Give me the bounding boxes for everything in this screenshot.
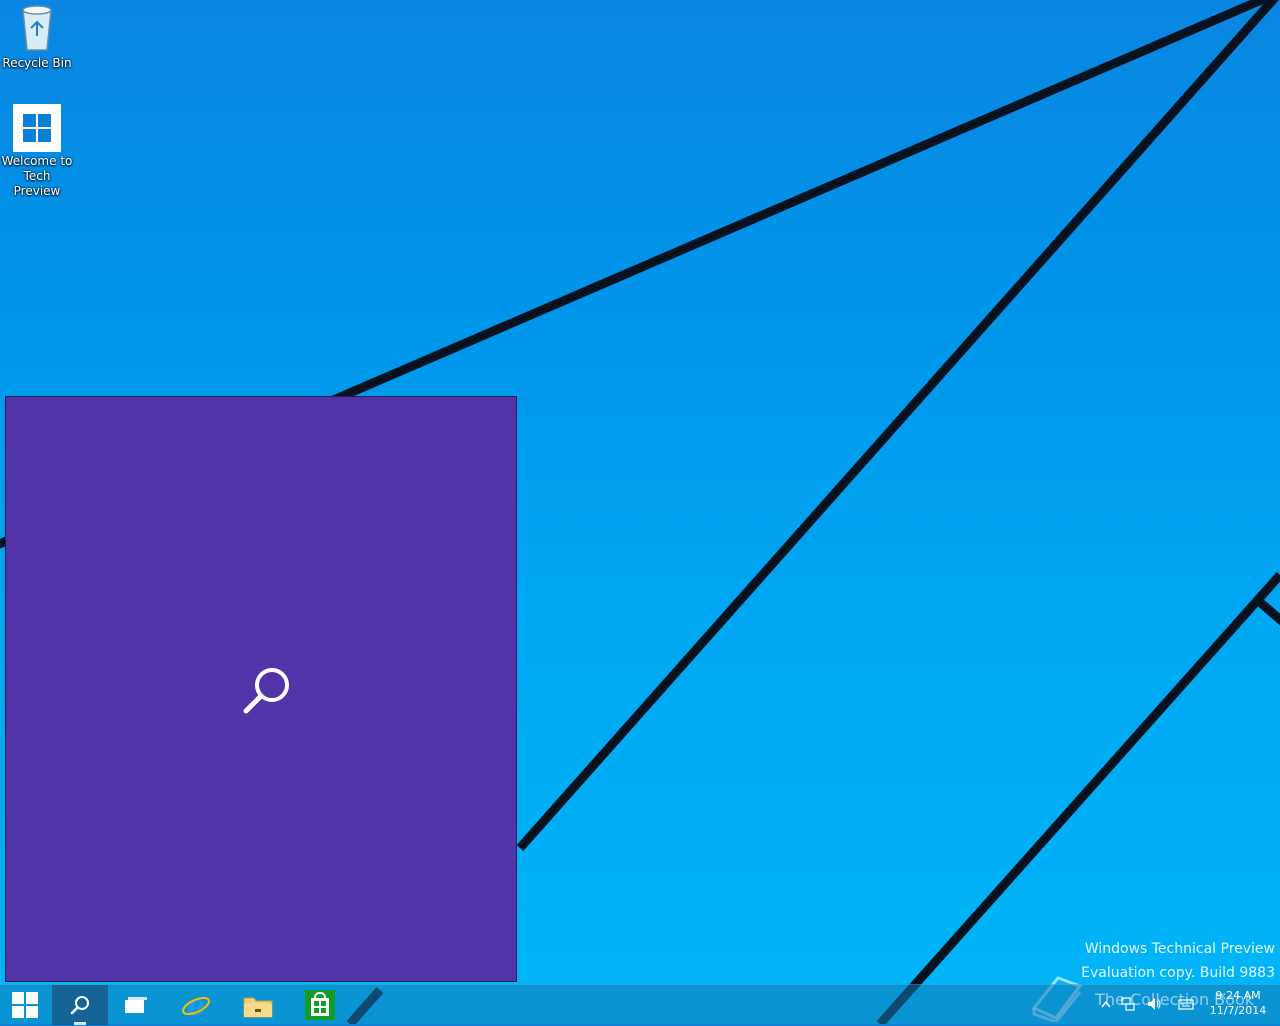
svg-text:e: e <box>187 990 205 1020</box>
system-tray: 9:24 AM 11/7/2014 <box>1090 984 1280 1024</box>
store-button[interactable] <box>292 985 348 1025</box>
file-explorer-button[interactable] <box>230 985 286 1025</box>
recycle-bin-label: Recycle Bin <box>2 56 72 70</box>
start-button[interactable] <box>0 985 50 1025</box>
recycle-bin-desktop-icon[interactable]: Recycle Bin <box>0 4 74 71</box>
welcome-tile <box>13 104 61 152</box>
internet-explorer-icon: e <box>182 990 210 1020</box>
search-icon <box>70 996 89 1015</box>
taskbar: e <box>0 984 1280 1025</box>
task-view-icon <box>125 997 147 1013</box>
watermark-build-info: Evaluation copy. Build 9883 <box>1081 965 1275 981</box>
windows-logo-icon <box>23 114 51 142</box>
volume-icon[interactable] <box>1146 996 1162 1012</box>
recycle-bin-icon <box>22 5 52 51</box>
store-icon <box>305 990 335 1020</box>
clock-date: 11/7/2014 <box>1209 1004 1267 1017</box>
watermark-product-name: Windows Technical Preview <box>1084 941 1275 957</box>
chevron-up-icon[interactable] <box>1098 996 1114 1012</box>
welcome-tech-preview-desktop-icon[interactable]: Welcome to Tech Preview <box>0 104 74 199</box>
search-panel[interactable] <box>5 396 517 982</box>
clock[interactable]: 9:24 AM 11/7/2014 <box>1202 988 1274 1018</box>
internet-explorer-button[interactable]: e <box>168 985 224 1025</box>
folder-icon <box>243 997 273 1018</box>
welcome-tech-preview-label: Welcome to Tech Preview <box>1 154 73 198</box>
keyboard-icon[interactable] <box>1178 996 1194 1012</box>
windows-logo-icon <box>12 992 38 1018</box>
network-icon[interactable] <box>1120 996 1136 1012</box>
search-button[interactable] <box>52 985 108 1025</box>
task-view-button[interactable] <box>108 985 164 1025</box>
clock-time: 9:24 AM <box>1215 989 1261 1002</box>
search-icon <box>243 668 289 714</box>
